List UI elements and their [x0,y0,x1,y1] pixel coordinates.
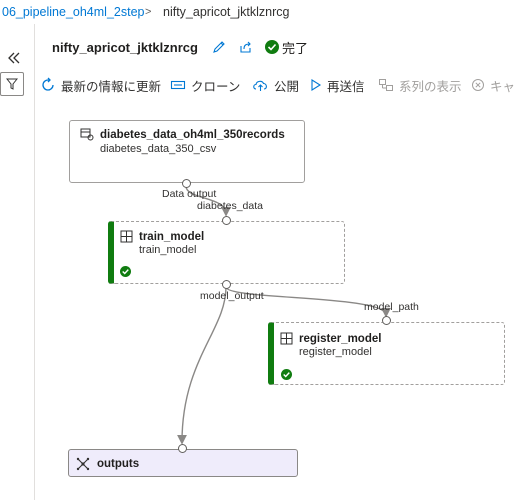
dataset-node[interactable]: diabetes_data_oh4ml_350records diabetes_… [69,120,305,183]
register-node-title: register_model [299,333,382,345]
register-input-port[interactable] [382,316,391,325]
outputs-input-port[interactable] [178,444,187,453]
dataset-output-label: Data output [162,188,217,200]
register-node-subtitle: register_model [299,346,372,358]
dataset-node-subtitle: diabetes_data_350_csv [100,143,217,155]
module-icon [120,230,133,248]
outputs-node-title: outputs [97,458,140,470]
train-success-icon [120,264,131,282]
outputs-node[interactable]: outputs [68,449,298,477]
dataset-node-title: diabetes_data_oh4ml_350records [100,129,285,141]
register-success-icon [281,367,292,385]
edge-train-to-outputs [177,286,227,445]
train-input-port[interactable] [222,216,231,225]
register-model-node[interactable]: register_model register_model [268,322,505,385]
train-model-node[interactable]: train_model train_model [108,221,345,284]
module-icon [280,332,293,350]
train-node-title: train_model [139,231,205,243]
train-node-subtitle: train_model [139,244,197,256]
outputs-icon [76,457,90,476]
train-input-label: diabetes_data [197,200,263,212]
train-output-port[interactable] [222,280,231,289]
dataset-icon [80,128,94,146]
train-output-label: model_output [200,290,264,302]
dataset-output-port[interactable] [182,179,191,188]
register-input-label: model_path [364,301,419,313]
